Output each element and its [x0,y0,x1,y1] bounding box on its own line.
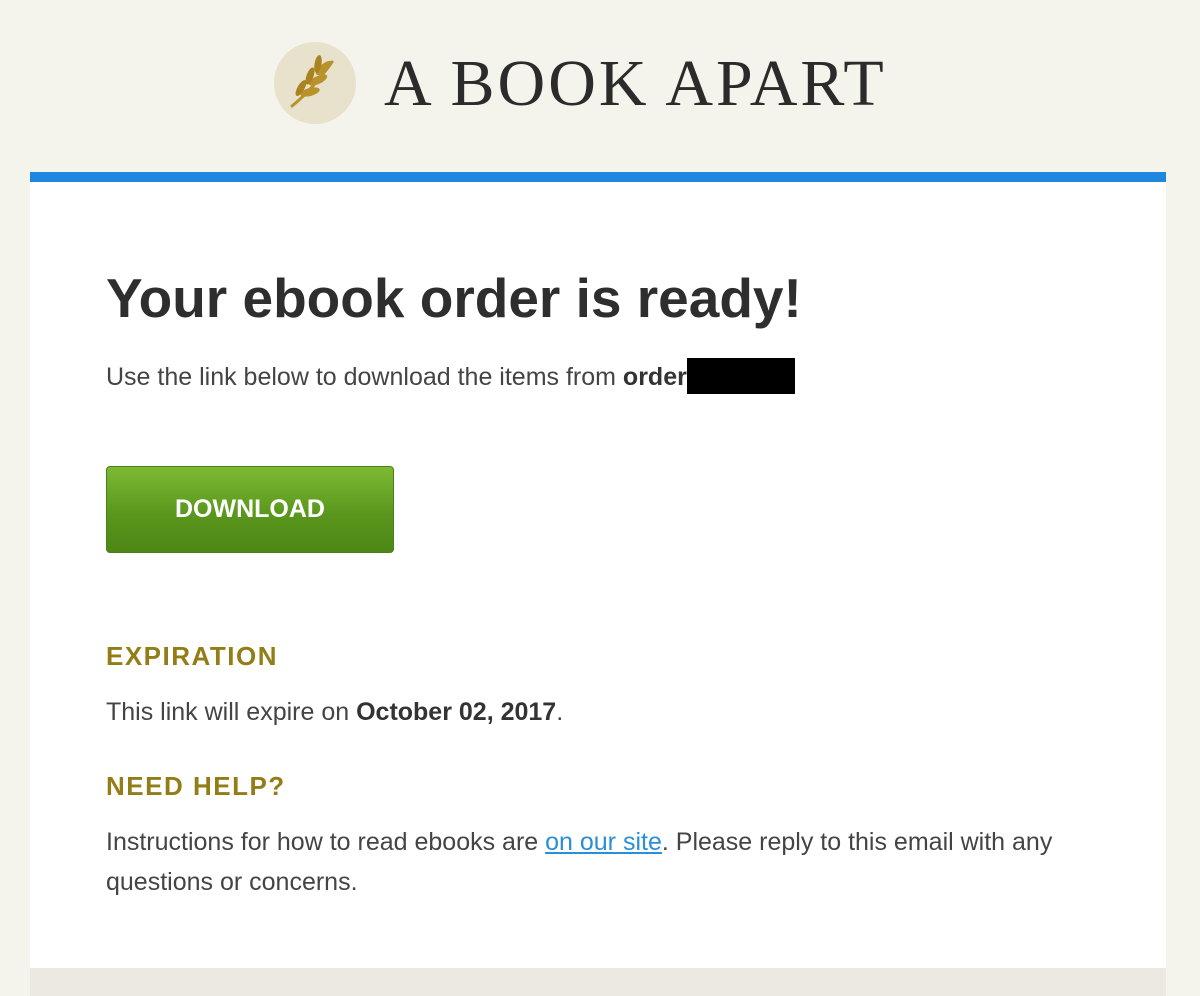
brand-name: A BOOK APART [384,47,887,120]
laurel-branch-icon [274,42,356,124]
expiration-text: This link will expire on October 02, 201… [106,692,1086,732]
footer-band [30,968,1166,996]
page-title: Your ebook order is ready! [106,267,802,329]
email-card: Your ebook order is ready! Use the link … [30,172,1166,968]
order-label: order [622,363,687,391]
expiration-period: . [556,698,564,726]
expiration-label: This link will expire on [106,698,357,726]
intro-label: Use the link below to download the items… [106,363,623,391]
email-header: A BOOK APART [0,0,1200,172]
help-text: Instructions for how to read ebooks are … [106,822,1086,902]
intro-text: Use the link below to download the items… [106,358,795,394]
expiration-heading: EXPIRATION [106,641,278,671]
order-number-redaction [686,358,795,394]
help-heading: NEED HELP? [106,771,286,801]
help-text-start: Instructions for how to read ebooks are [106,828,546,856]
expiration-date: October 02, 2017 [356,698,557,726]
download-button[interactable]: DOWNLOAD [106,466,394,553]
site-link[interactable]: on our site [545,828,662,856]
